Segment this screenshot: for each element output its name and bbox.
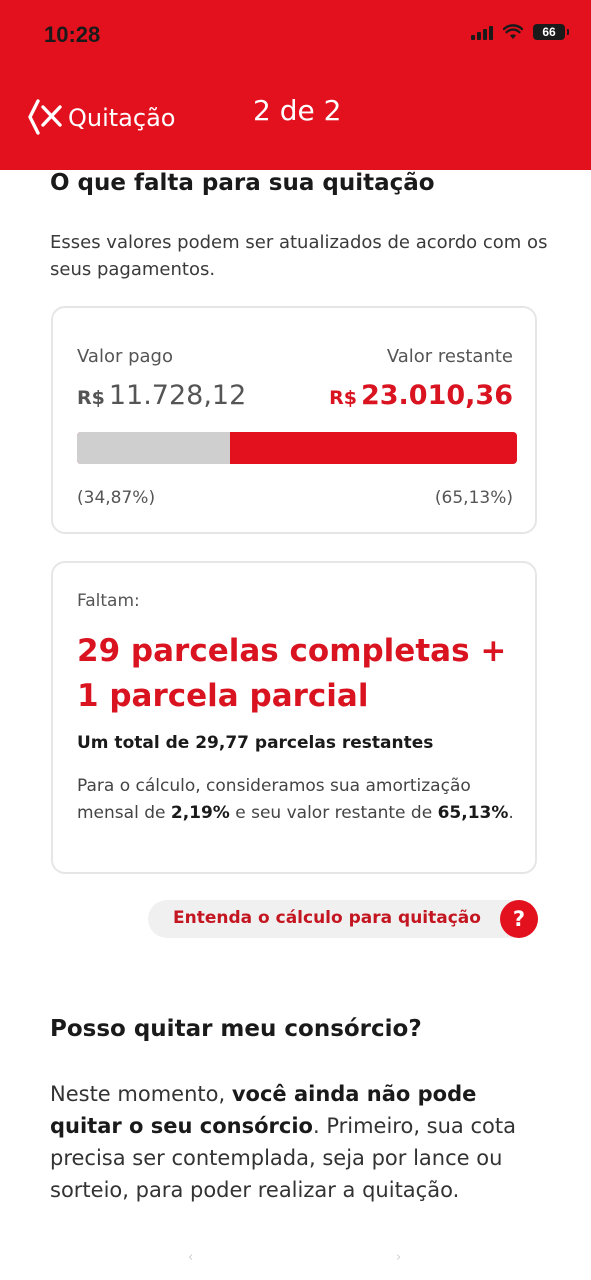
app-header: 10:28 66 Quitação 2 de 2 xyxy=(0,0,591,170)
calc-suffix: . xyxy=(508,803,514,823)
calc-rate: 2,19% xyxy=(170,803,230,823)
chevron-right-icon[interactable]: › xyxy=(396,1250,401,1265)
remaining-amount: 23.010,36 xyxy=(360,380,513,411)
remaining-currency: R$ xyxy=(329,387,357,409)
paid-amount: 11.728,12 xyxy=(108,380,247,411)
installments-card: Faltam: 29 parcelas completas + 1 parcel… xyxy=(51,561,537,874)
page-title: Quitação xyxy=(68,104,176,132)
remaining-label: Valor restante xyxy=(386,346,513,367)
calc-mid: e seu valor restante de xyxy=(229,803,438,823)
wifi-icon xyxy=(503,24,523,39)
step-indicator: 2 de 2 xyxy=(253,94,342,127)
browser-nav: ‹ › xyxy=(0,1250,591,1265)
installments-headline: 29 parcelas completas + 1 parcela parcia… xyxy=(77,633,507,714)
paid-percentage: (34,87%) xyxy=(77,488,156,508)
section-subtitle: Esses valores podem ser atualizados de a… xyxy=(50,232,548,280)
installments-total: Um total de 29,77 parcelas restantes xyxy=(77,733,434,753)
remaining-percentage: (65,13%) xyxy=(434,488,513,508)
remaining-value: R$ 23.010,36 xyxy=(329,380,513,411)
section-title: O que falta para sua quitação xyxy=(50,170,435,196)
battery-icon: 66 xyxy=(533,24,569,40)
calculation-help-label: Entenda o cálculo para quitação xyxy=(173,908,481,928)
status-time: 10:28 xyxy=(44,22,101,47)
paid-currency: R$ xyxy=(77,387,105,409)
payoff-text-1: Neste momento, xyxy=(50,1082,232,1106)
paid-label: Valor pago xyxy=(77,346,173,367)
progress-bar xyxy=(77,432,517,464)
calc-pct: 65,13% xyxy=(437,803,509,823)
calculation-help-button[interactable]: Entenda o cálculo para quitação ? xyxy=(148,900,538,938)
chevron-left-icon[interactable]: ‹ xyxy=(188,1250,193,1265)
remaining-installments-label: Faltam: xyxy=(77,591,140,611)
paid-value: R$ 11.728,12 xyxy=(77,380,246,411)
payoff-explanation: Neste momento, você ainda não pode quita… xyxy=(50,1078,550,1206)
progress-bar-paid-fill xyxy=(77,432,231,464)
calculation-note: Para o cálculo, consideramos sua amortiz… xyxy=(77,773,527,827)
payoff-question-title: Posso quitar meu consórcio? xyxy=(50,1016,422,1042)
exit-icon[interactable] xyxy=(24,97,64,137)
signal-icon xyxy=(471,24,493,40)
question-icon[interactable]: ? xyxy=(500,900,538,938)
payment-summary-card: Valor pago Valor restante R$ 11.728,12 R$… xyxy=(51,306,537,534)
status-icons: 66 xyxy=(471,24,569,40)
